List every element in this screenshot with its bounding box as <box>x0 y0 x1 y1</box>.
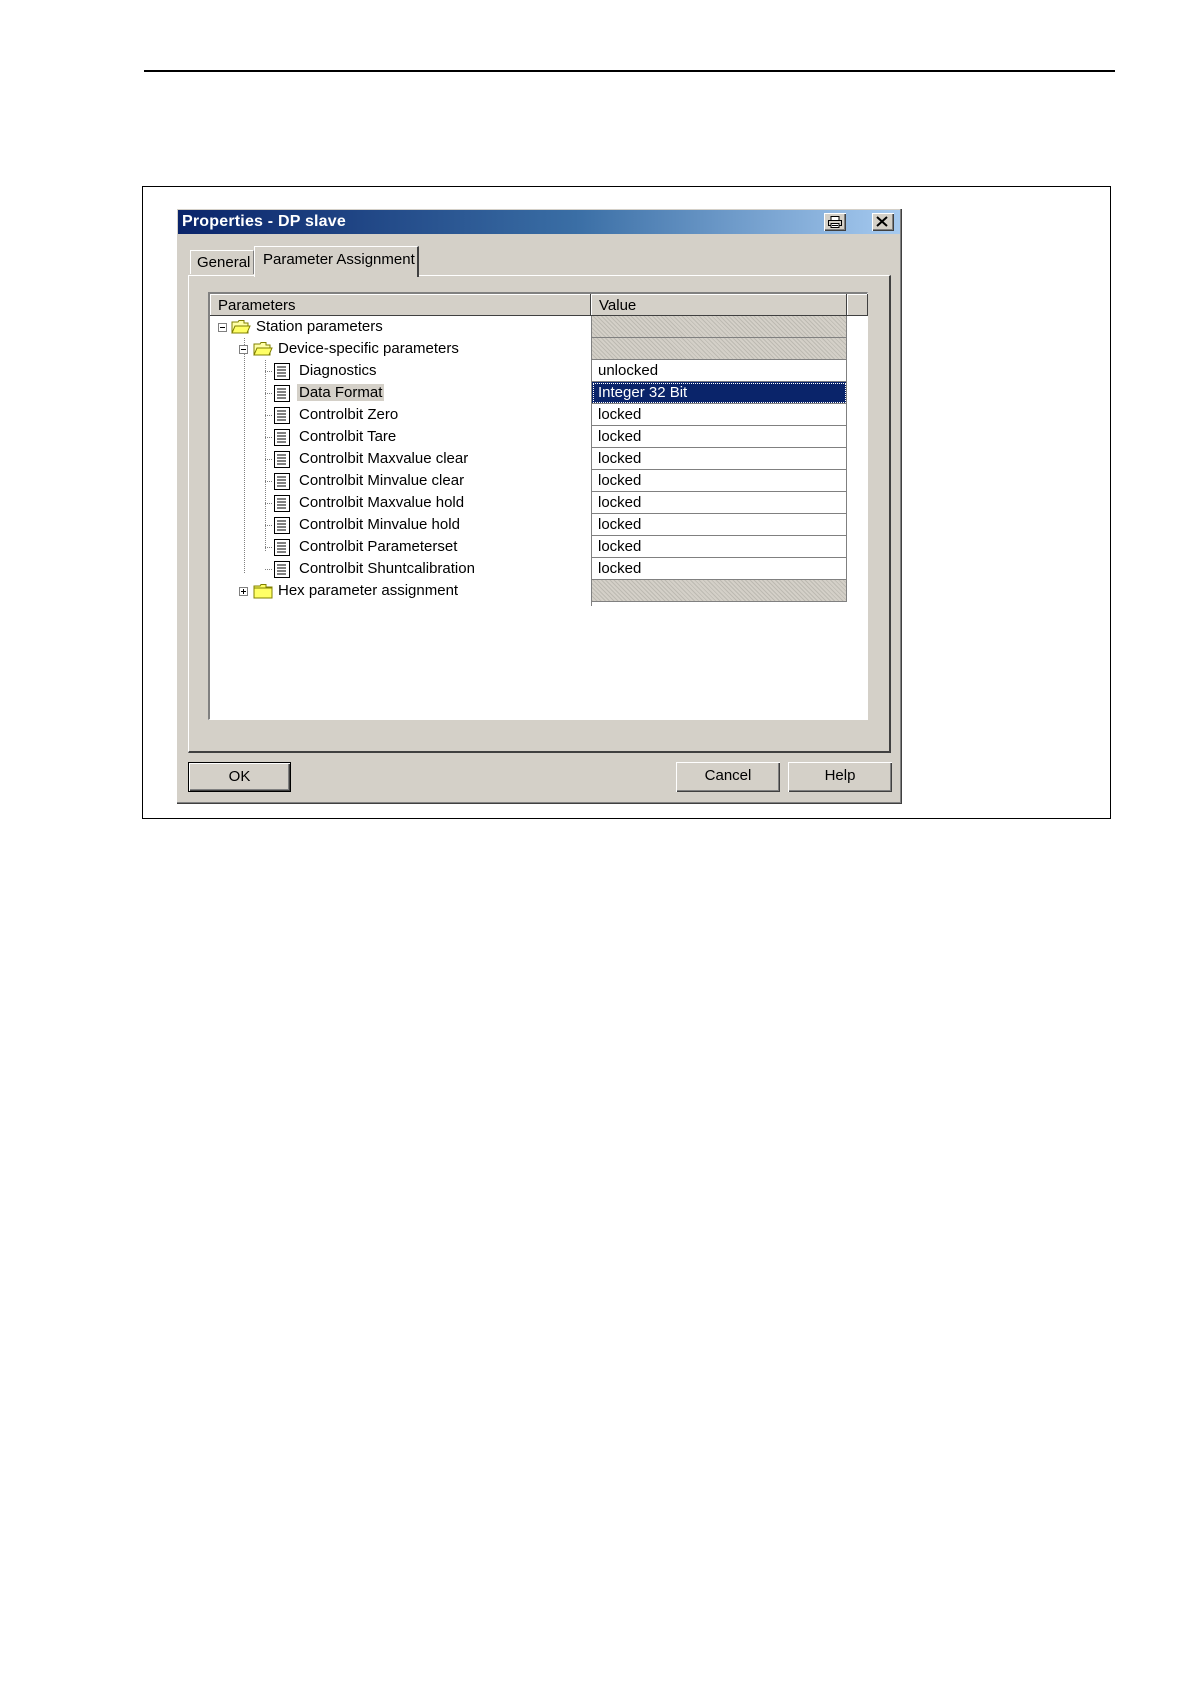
tree-cell: Controlbit Minvalue clear <box>210 470 591 492</box>
value-text: locked <box>598 538 642 555</box>
column-header-parameters-label: Parameters <box>218 297 296 314</box>
expand-toggle[interactable] <box>239 587 248 596</box>
column-header-parameters[interactable]: Parameters <box>210 294 591 316</box>
value-text: locked <box>598 428 642 445</box>
value-text: unlocked <box>598 362 659 379</box>
row-label: Controlbit Parameterset <box>299 538 458 555</box>
parameters-grid[interactable]: Parameters Value Station parameters Devi… <box>208 292 868 720</box>
document-icon <box>274 429 290 446</box>
row-label: Controlbit Maxvalue hold <box>299 494 465 511</box>
tree-row[interactable]: Controlbit Minvalue clear locked <box>210 470 847 492</box>
value-text: locked <box>598 406 642 423</box>
tree-row[interactable]: Controlbit Tare locked <box>210 426 847 448</box>
close-button[interactable] <box>872 213 894 231</box>
tree-cell: Diagnostics <box>210 360 591 382</box>
value-text: locked <box>598 560 642 577</box>
document-icon <box>274 407 290 424</box>
document-icon <box>274 495 290 512</box>
closed-folder-icon <box>253 584 273 599</box>
value-cell[interactable]: locked <box>592 514 847 536</box>
value-text: Integer 32 Bit <box>598 384 688 401</box>
help-button[interactable]: Help <box>788 762 892 792</box>
document-icon <box>274 473 290 490</box>
document-icon <box>274 385 290 402</box>
tree-row[interactable]: Controlbit Shuntcalibration locked <box>210 558 847 580</box>
value-cell[interactable]: locked <box>592 558 847 580</box>
tab-general-label: General <box>197 254 251 271</box>
tab-parameter-assignment-label: Parameter Assignment <box>263 251 415 268</box>
tree-cell: Controlbit Parameterset <box>210 536 591 558</box>
dialog-title: Properties - DP slave <box>182 213 346 230</box>
column-header-value[interactable]: Value <box>591 294 847 316</box>
value-cell-selected[interactable]: Integer 32 Bit <box>592 382 847 404</box>
value-text: locked <box>598 516 642 533</box>
row-label: Station parameters <box>256 318 383 335</box>
row-label: Controlbit Maxvalue clear <box>299 450 469 467</box>
tree-cell: Controlbit Zero <box>210 404 591 426</box>
value-cell[interactable]: locked <box>592 492 847 514</box>
tree-row[interactable]: Controlbit Maxvalue clear locked <box>210 448 847 470</box>
row-label: Controlbit Tare <box>299 428 397 445</box>
tree-row[interactable]: Controlbit Minvalue hold locked <box>210 514 847 536</box>
tree-cell: Data Format <box>210 382 591 404</box>
tree-cell: Controlbit Tare <box>210 426 591 448</box>
value-text: locked <box>598 494 642 511</box>
tree-row[interactable]: Hex parameter assignment <box>210 580 847 602</box>
document-icon <box>274 517 290 534</box>
row-label: Controlbit Zero <box>299 406 399 423</box>
row-label: Controlbit Shuntcalibration <box>299 560 475 577</box>
row-label: Controlbit Minvalue hold <box>299 516 460 533</box>
value-cell[interactable]: locked <box>592 404 847 426</box>
value-cell[interactable]: locked <box>592 536 847 558</box>
tree-cell: Controlbit Shuntcalibration <box>210 558 591 580</box>
tree-cell: Device-specific parameters <box>210 338 591 360</box>
tree-row[interactable]: Controlbit Zero locked <box>210 404 847 426</box>
tree-cell: Hex parameter assignment <box>210 580 591 602</box>
value-cell <box>592 316 847 338</box>
value-cell <box>592 580 847 602</box>
value-text: locked <box>598 450 642 467</box>
ok-button[interactable]: OK <box>188 762 291 792</box>
collapse-toggle[interactable] <box>218 323 227 332</box>
page-top-rule <box>144 70 1115 72</box>
document-icon <box>274 363 290 380</box>
document-icon <box>274 539 290 556</box>
value-cell[interactable]: locked <box>592 426 847 448</box>
row-label: Hex parameter assignment <box>278 582 459 599</box>
document-icon <box>274 561 290 578</box>
printer-button[interactable] <box>824 213 846 231</box>
tree-row[interactable]: Device-specific parameters <box>210 338 847 360</box>
cancel-button[interactable]: Cancel <box>676 762 780 792</box>
value-cell[interactable]: locked <box>592 448 847 470</box>
close-icon <box>876 216 888 227</box>
row-label: Controlbit Minvalue clear <box>299 472 465 489</box>
collapse-toggle[interactable] <box>239 345 248 354</box>
tree-cell: Station parameters <box>210 316 591 338</box>
tree-row[interactable]: Diagnostics unlocked <box>210 360 847 382</box>
tab-parameter-assignment[interactable]: Parameter Assignment <box>254 246 419 277</box>
value-cell[interactable]: unlocked <box>592 360 847 382</box>
tree-cell: Controlbit Maxvalue hold <box>210 492 591 514</box>
tree-row[interactable]: Controlbit Parameterset locked <box>210 536 847 558</box>
open-folder-icon <box>253 342 273 356</box>
titlebar[interactable]: Properties - DP slave <box>178 210 900 234</box>
properties-dialog: Properties - DP slave General Parameter … <box>176 208 902 804</box>
tree-row[interactable]: Controlbit Maxvalue hold locked <box>210 492 847 514</box>
value-cell[interactable]: locked <box>592 470 847 492</box>
column-header-value-label: Value <box>599 297 637 314</box>
row-label: Data Format <box>297 384 385 401</box>
column-header-filler <box>847 294 868 316</box>
value-text: locked <box>598 472 642 489</box>
row-label: Device-specific parameters <box>278 340 459 357</box>
tree-cell: Controlbit Minvalue hold <box>210 514 591 536</box>
tree-row[interactable]: Station parameters <box>210 316 847 338</box>
value-cell <box>592 338 847 360</box>
tab-general[interactable]: General <box>190 250 254 274</box>
document-icon <box>274 451 290 468</box>
printer-icon <box>828 216 842 228</box>
tree-cell: Controlbit Maxvalue clear <box>210 448 591 470</box>
row-label: Diagnostics <box>299 362 377 379</box>
tree-row[interactable]: Data Format Integer 32 Bit <box>210 382 847 404</box>
open-folder-icon <box>231 320 251 334</box>
